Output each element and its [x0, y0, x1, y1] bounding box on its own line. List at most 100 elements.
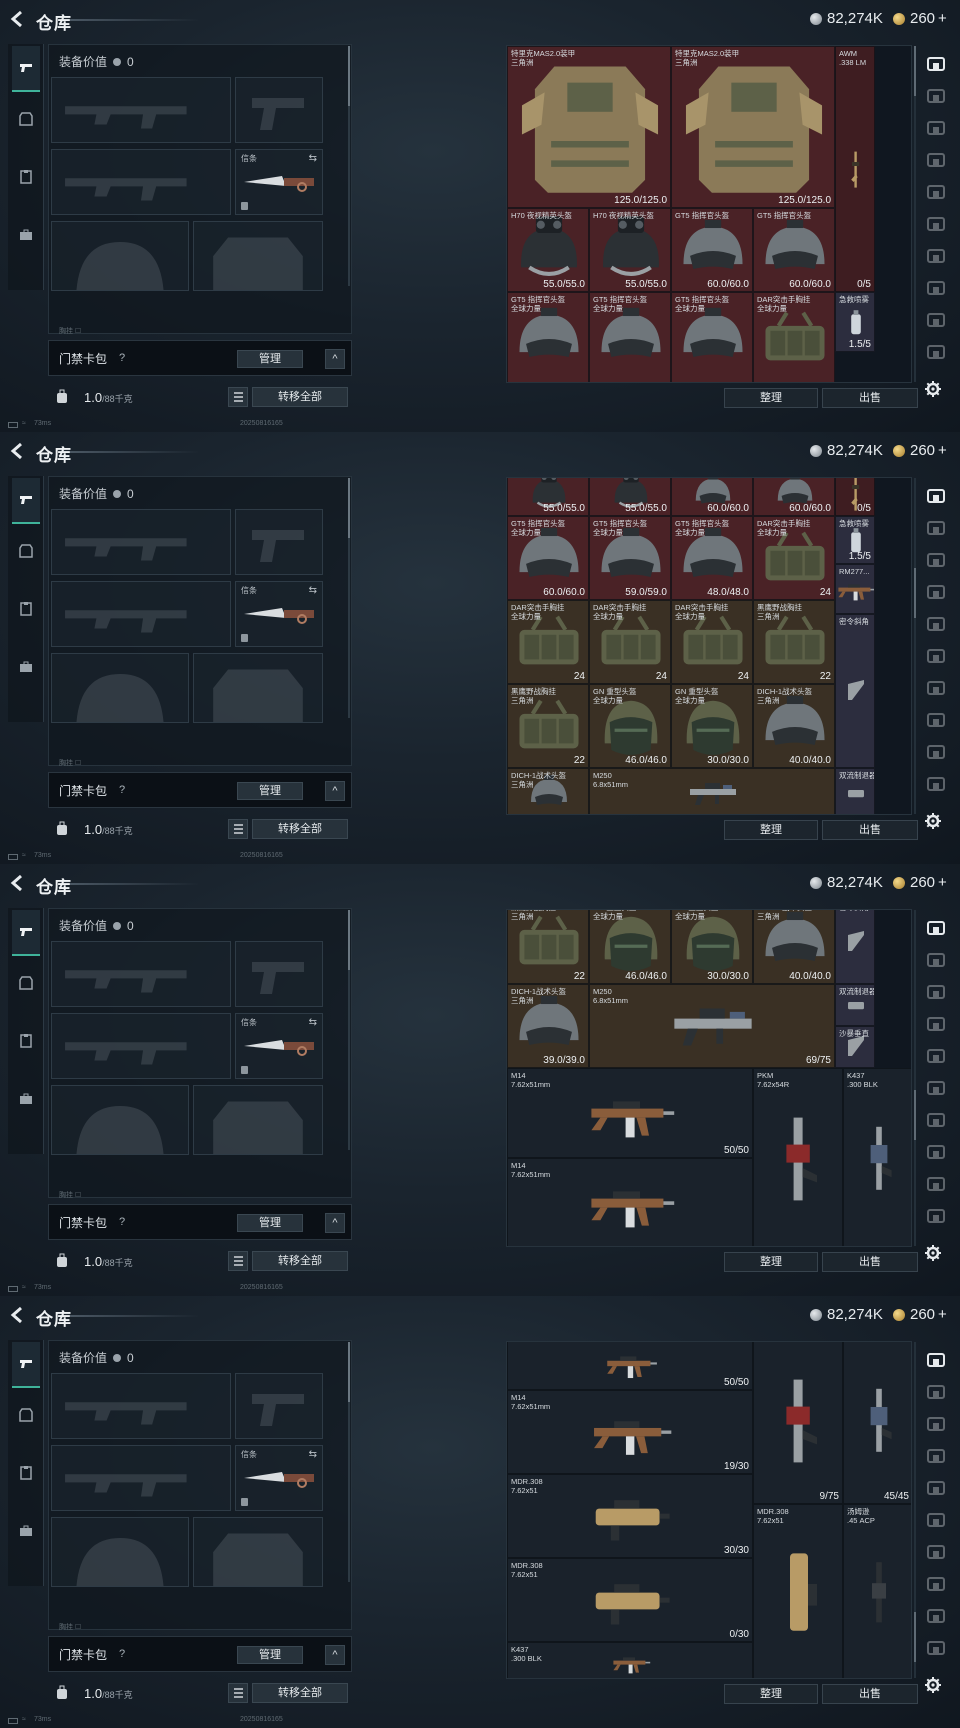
stash-item[interactable]: 沙暴垂直 — [835, 1026, 875, 1068]
stash-page-tab-icon[interactable] — [926, 120, 946, 136]
transfer-all-button[interactable]: 转移全部 — [252, 1683, 348, 1703]
help-icon[interactable]: ? — [119, 1216, 125, 1228]
stash-page-tab-icon[interactable] — [926, 1112, 946, 1128]
primary-weapon-slot[interactable] — [51, 509, 231, 575]
stash-page-tab-icon[interactable] — [926, 1016, 946, 1032]
stash-item[interactable]: 黑鹰野战胸挂 三角洲 22 — [507, 684, 589, 768]
tab-backpack[interactable] — [12, 1076, 40, 1122]
help-icon[interactable]: ? — [119, 784, 125, 796]
body-armor-slot[interactable] — [193, 1085, 323, 1155]
stash-home-tab-icon[interactable] — [926, 920, 946, 936]
stash-item[interactable]: 55.0/55.0 — [507, 478, 589, 516]
body-armor-slot[interactable] — [193, 221, 323, 291]
stash-item[interactable]: 密令斜角 — [835, 910, 875, 984]
sidearm-slot[interactable] — [235, 509, 323, 575]
stash-item[interactable]: 45/45 — [843, 1342, 911, 1504]
help-icon[interactable]: ? — [119, 1648, 125, 1660]
stash-page-tab-icon[interactable] — [926, 312, 946, 328]
stash-item[interactable]: DAR突击手胸挂 全球力量 24 — [753, 516, 835, 600]
stash-page-tab-icon[interactable] — [926, 520, 946, 536]
list-view-button[interactable] — [228, 387, 248, 407]
stash-item[interactable]: 黑鹰野战胸挂 三角洲 22 — [507, 910, 589, 984]
stash-item[interactable]: PKM 7.62x54R — [753, 1068, 843, 1246]
back-arrow-icon[interactable] — [10, 874, 24, 892]
stash-page-tab-icon[interactable] — [926, 1576, 946, 1592]
loadout-scrollbar[interactable] — [348, 478, 350, 718]
primary-weapon-slot[interactable] — [51, 77, 231, 143]
sort-button[interactable]: 整理 — [724, 1684, 818, 1704]
gold-add-button[interactable]: + — [938, 1306, 947, 1323]
stash-scrollbar[interactable] — [914, 910, 916, 1246]
tab-weapons[interactable] — [12, 910, 40, 956]
stash-page-tab-icon[interactable] — [926, 1416, 946, 1432]
stash-item[interactable]: M14 7.62x51mm — [507, 1158, 753, 1246]
gear-icon[interactable] — [924, 1676, 942, 1694]
stash-item[interactable]: MDR.308 7.62x51 0/30 — [507, 1558, 753, 1642]
manage-button[interactable]: 管理 — [237, 1214, 303, 1232]
stash-item[interactable]: GT5 指挥官头盔 60.0/60.0 — [753, 208, 835, 292]
gold-add-button[interactable]: + — [938, 874, 947, 891]
stash-page-tab-icon[interactable] — [926, 584, 946, 600]
stash-page-tab-icon[interactable] — [926, 1512, 946, 1528]
stash-item[interactable]: 汤姆逊 .45 ACP — [843, 1504, 911, 1678]
stash-page-tab-icon[interactable] — [926, 88, 946, 104]
stash-item[interactable]: DAR突击手胸挂 全球力量 24 — [507, 600, 589, 684]
stash-item[interactable]: DICH-1战术头盔 三角洲 40.0/40.0 — [753, 910, 835, 984]
stash-item[interactable]: 9/75 — [753, 1342, 843, 1504]
stash-page-tab-icon[interactable] — [926, 952, 946, 968]
stash-page-tab-icon[interactable] — [926, 1448, 946, 1464]
stash-page-tab-icon[interactable] — [926, 648, 946, 664]
stash-item[interactable]: GN 重型头盔 全球力量 46.0/46.0 — [589, 910, 671, 984]
tab-armor[interactable] — [12, 96, 40, 142]
stash-scrollbar[interactable] — [914, 46, 916, 382]
stash-item[interactable]: DICH-1战术头盔 三角洲 39.0/39.0 — [507, 984, 589, 1068]
stash-item[interactable]: GT5 指挥官头盔 全球力量 — [589, 292, 671, 382]
stash-page-tab-icon[interactable] — [926, 344, 946, 360]
stash-item[interactable]: 双流制退器 — [835, 984, 875, 1026]
help-icon[interactable]: ? — [119, 352, 125, 364]
stash-item[interactable]: GN 重型头盔 全球力量 46.0/46.0 — [589, 684, 671, 768]
loadout-scrollbar[interactable] — [348, 910, 350, 1150]
melee-slot[interactable]: 信条 ⇆ — [235, 149, 323, 215]
tab-gear[interactable] — [12, 1450, 40, 1496]
helmet-slot[interactable] — [51, 1517, 189, 1587]
tab-armor[interactable] — [12, 1392, 40, 1438]
stash-page-tab-icon[interactable] — [926, 248, 946, 264]
stash-item[interactable]: DAR突击手胸挂 全球力量 24 — [589, 600, 671, 684]
stash-page-tab-icon[interactable] — [926, 1480, 946, 1496]
sort-button[interactable]: 整理 — [724, 1252, 818, 1272]
sell-button[interactable]: 出售 — [822, 1684, 918, 1704]
stash-page-tab-icon[interactable] — [926, 680, 946, 696]
loadout-scrollbar[interactable] — [348, 46, 350, 286]
melee-slot[interactable]: 信条 ⇆ — [235, 581, 323, 647]
gold-currency[interactable]: 260 + — [893, 10, 947, 27]
transfer-all-button[interactable]: 转移全部 — [252, 1251, 348, 1271]
stash-page-tab-icon[interactable] — [926, 152, 946, 168]
tab-weapons[interactable] — [12, 46, 40, 92]
stash-item[interactable]: 特里克MAS2.0装甲 三角洲 125.0/125.0 — [671, 46, 835, 208]
stash-page-tab-icon[interactable] — [926, 1640, 946, 1656]
tab-armor[interactable] — [12, 528, 40, 574]
loadout-scrollbar[interactable] — [348, 1342, 350, 1582]
sidearm-slot[interactable] — [235, 941, 323, 1007]
stash-item[interactable]: M14 7.62x51mm 19/30 — [507, 1390, 753, 1474]
stash-item[interactable]: 0/5 — [835, 478, 875, 516]
stash-page-tab-icon[interactable] — [926, 552, 946, 568]
tab-armor[interactable] — [12, 960, 40, 1006]
stash-item[interactable]: DICH-1战术头盔 三角洲 40.0/40.0 — [753, 684, 835, 768]
tab-weapons[interactable] — [12, 1342, 40, 1388]
stash-page-tab-icon[interactable] — [926, 184, 946, 200]
secondary-weapon-slot[interactable] — [51, 1445, 231, 1511]
stash-item[interactable]: M250 6.8x51mm 69/75 — [589, 984, 835, 1068]
stash-page-tab-icon[interactable] — [926, 1384, 946, 1400]
stash-page-tab-icon[interactable] — [926, 1208, 946, 1224]
stash-item[interactable]: 急救喷雾 1.5/5 — [835, 516, 875, 564]
stash-item[interactable]: 特里克MAS2.0装甲 三角洲 125.0/125.0 — [507, 46, 671, 208]
stash-item[interactable]: 急救喷雾 1.5/5 — [835, 292, 875, 352]
melee-slot[interactable]: 信条 ⇆ — [235, 1013, 323, 1079]
stash-item[interactable]: GN 重型头盔 全球力量 30.0/30.0 — [671, 684, 753, 768]
chevron-up-icon[interactable]: ^ — [325, 349, 345, 369]
stash-page-tab-icon[interactable] — [926, 1176, 946, 1192]
chevron-up-icon[interactable]: ^ — [325, 1645, 345, 1665]
stash-item[interactable]: GT5 指挥官头盔 全球力量 48.0/48.0 — [671, 516, 753, 600]
